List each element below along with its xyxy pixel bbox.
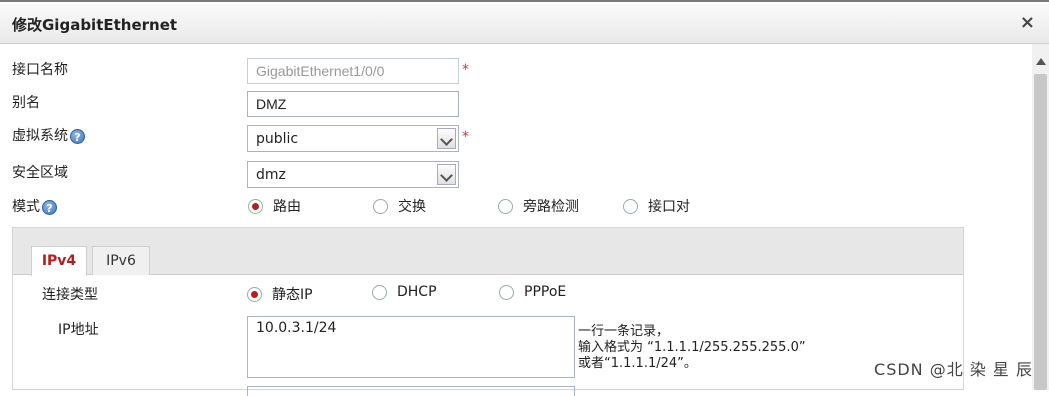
ip-settings-panel: IPv4 IPv6 连接类型 静态IP DHCP PPPoE IP地址 10.0…	[12, 227, 964, 396]
connection-option-label: PPPoE	[524, 284, 567, 300]
hint-line: 输入格式为 “1.1.1.1/255.255.255.0”	[578, 340, 806, 355]
mode-option-label: 接口对	[648, 199, 690, 215]
radio-selected-icon	[248, 198, 263, 214]
dialog-title: 修改GigabitEthernet	[12, 16, 178, 34]
watermark: CSDN @北 染 星 辰	[874, 360, 1033, 379]
alias-field[interactable]	[247, 91, 459, 117]
hint-line: 一行一条记录，	[578, 324, 670, 339]
scroll-up-icon[interactable]	[1036, 58, 1046, 65]
connection-option-label: DHCP	[397, 284, 437, 300]
interface-name-field	[247, 58, 459, 84]
connection-radio-pppoe[interactable]: PPPoE	[499, 284, 566, 300]
mode-radio-route[interactable]: 路由	[248, 196, 301, 216]
tab-ipv4[interactable]: IPv4	[31, 246, 87, 276]
scroll-thumb[interactable]	[1034, 74, 1047, 390]
mode-option-label: 旁路检测	[523, 199, 579, 215]
ip-address-textarea[interactable]: 10.0.3.1/24	[247, 316, 575, 378]
security-zone-value: dmz	[256, 167, 286, 183]
mode-label: 模式?	[12, 196, 57, 216]
mode-option-label: 路由	[273, 199, 301, 215]
radio-icon	[623, 198, 638, 214]
ip-tab-bar: IPv4 IPv6	[13, 228, 963, 276]
hint-line: 或者“1.1.1.1/24”。	[578, 356, 697, 371]
vertical-scrollbar[interactable]	[1032, 44, 1049, 390]
close-icon[interactable]: ×	[1020, 13, 1035, 33]
ip-address-hint: 一行一条记录， 输入格式为 “1.1.1.1/255.255.255.0” 或者…	[578, 324, 806, 372]
virtual-system-value: public	[256, 131, 299, 147]
radio-icon	[373, 198, 388, 214]
virtual-system-label-text: 虚拟系统	[12, 128, 68, 144]
security-zone-select[interactable]: dmz	[247, 161, 459, 188]
mode-radio-interface-pair[interactable]: 接口对	[623, 196, 690, 216]
interface-name-label: 接口名称	[12, 62, 68, 78]
required-mark: *	[462, 129, 469, 145]
chevron-down-icon[interactable]	[437, 128, 456, 149]
required-mark: *	[462, 62, 469, 78]
chevron-down-icon[interactable]	[437, 164, 456, 185]
mode-radio-switch[interactable]: 交换	[373, 196, 426, 216]
connection-radio-dhcp[interactable]: DHCP	[372, 284, 437, 300]
connection-option-label: 静态IP	[272, 287, 313, 303]
security-zone-label: 安全区域	[12, 165, 68, 181]
connection-type-label: 连接类型	[42, 287, 98, 303]
connection-radio-static[interactable]: 静态IP	[247, 284, 313, 304]
virtual-system-select[interactable]: public	[247, 125, 459, 152]
radio-icon	[372, 284, 387, 300]
radio-icon	[498, 198, 513, 214]
dialog-titlebar: 修改GigabitEthernet ×	[0, 4, 1049, 44]
ip-address-label: IP地址	[58, 322, 99, 338]
alias-label: 别名	[12, 95, 40, 111]
radio-selected-icon	[247, 286, 262, 302]
help-icon[interactable]: ?	[70, 128, 85, 144]
mode-label-text: 模式	[12, 199, 40, 215]
virtual-system-label: 虚拟系统?	[12, 125, 85, 145]
help-icon[interactable]: ?	[42, 199, 57, 215]
mode-radio-bypass[interactable]: 旁路检测	[498, 196, 579, 216]
tab-ipv6[interactable]: IPv6	[92, 246, 150, 275]
radio-icon	[499, 284, 514, 300]
edit-interface-dialog: 修改GigabitEthernet × 接口名称 * 别名 虚拟系统? publ…	[0, 0, 1049, 396]
mode-option-label: 交换	[398, 199, 426, 215]
